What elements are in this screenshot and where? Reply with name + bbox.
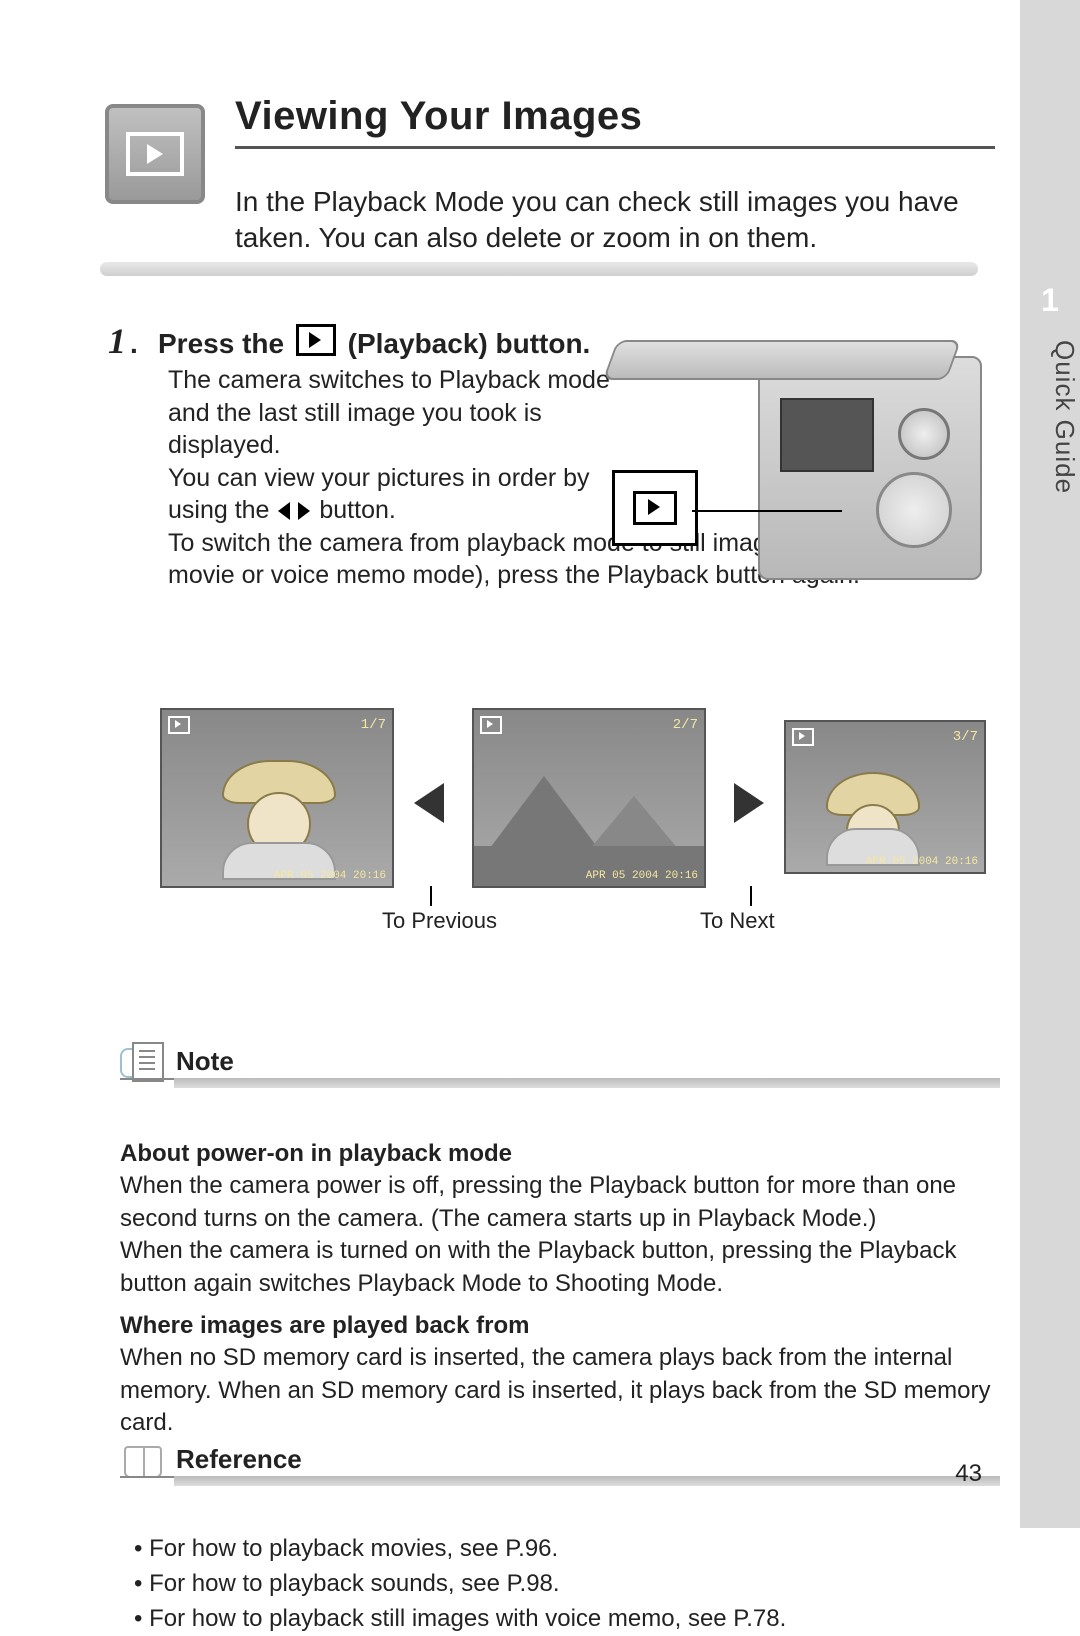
note-subheading-1: About power-on in playback mode — [120, 1138, 1000, 1170]
title-rule — [235, 146, 995, 149]
reference-title: Reference — [176, 1444, 302, 1475]
step-title-prefix: Press the — [158, 328, 292, 359]
thumb-playback-icon — [792, 728, 814, 746]
reference-icon — [120, 1442, 164, 1478]
note-p3: When no SD memory card is inserted, the … — [120, 1342, 1000, 1439]
left-right-arrow-icon — [278, 502, 310, 520]
note-p1: When the camera power is off, pressing t… — [120, 1170, 1000, 1235]
play-frame-icon — [126, 132, 184, 176]
camera-body — [758, 356, 982, 580]
side-tab: 1 Quick Guide — [1020, 0, 1080, 1528]
thumb-counter-3: 3/7 — [953, 729, 978, 745]
manual-page: 1 Quick Guide Viewing Your Images In the… — [0, 0, 1080, 1528]
playback-section-icon — [105, 104, 205, 204]
step-number: 1 — [108, 320, 126, 362]
thumb-playback-icon — [480, 716, 502, 734]
label-to-previous: To Previous — [382, 908, 497, 934]
thumb-playback-icon — [168, 716, 190, 734]
note-section: Note About power-on in playback mode Whe… — [120, 1042, 1000, 1440]
camera-control-wheel — [876, 472, 952, 548]
playback-thumbnails: 1/7 APR 05 2004 20:16 2/7 APR 05 2004 20… — [160, 708, 980, 908]
reference-item-1: • For how to playback movies, see P.96. — [134, 1532, 1000, 1567]
thumb-counter-1: 1/7 — [361, 717, 386, 733]
section-intro: In the Playback Mode you can check still… — [235, 184, 975, 257]
tick-next — [750, 886, 752, 906]
playback-button-callout — [612, 470, 698, 546]
camera-top — [603, 340, 962, 380]
thumbnail-3: 3/7 APR 05 2004 20:16 — [784, 720, 986, 874]
camera-illustration — [562, 336, 982, 596]
chapter-number: 1 — [1020, 282, 1080, 319]
play-triangle-icon — [147, 144, 163, 164]
thumb-date-2: APR 05 2004 20:16 — [586, 870, 698, 882]
thumb-date-3: APR 05 2004 20:16 — [866, 856, 978, 868]
thumbnail-2: 2/7 APR 05 2004 20:16 — [472, 708, 706, 888]
step-title-suffix: (Playback) button. — [348, 328, 591, 359]
reference-item-1-text: For how to playback movies, see P.96. — [149, 1535, 558, 1562]
reference-body: • For how to playback movies, see P.96. … — [120, 1532, 1000, 1636]
reference-item-3: • For how to playback still images with … — [134, 1602, 1000, 1636]
reference-item-3-text: For how to playback still images with vo… — [149, 1605, 786, 1632]
side-label-quick-guide: Quick Guide — [1020, 340, 1080, 494]
thumb-counter-2: 2/7 — [673, 717, 698, 733]
note-body: About power-on in playback mode When the… — [120, 1138, 1000, 1440]
thumb-date-1: APR 05 2004 20:16 — [274, 870, 386, 882]
camera-lcd — [780, 398, 874, 472]
reference-item-2-text: For how to playback sounds, see P.98. — [149, 1570, 559, 1597]
step-title: Press the (Playback) button. — [158, 324, 590, 360]
callout-leader-line — [692, 510, 842, 512]
label-to-next: To Next — [700, 908, 775, 934]
section-title: Viewing Your Images — [235, 94, 642, 139]
step-number-dot: . — [130, 328, 138, 360]
note-title: Note — [176, 1046, 234, 1077]
note-p2: When the camera is turned on with the Pl… — [120, 1235, 1000, 1300]
playback-icon — [633, 491, 677, 525]
previous-arrow-icon — [414, 783, 444, 823]
playback-button-icon — [296, 324, 336, 356]
tick-previous — [430, 886, 432, 906]
reference-item-2: • For how to playback sounds, see P.98. — [134, 1567, 1000, 1602]
step-body-p2b: button. — [319, 496, 395, 524]
page-number: 43 — [955, 1460, 982, 1488]
reference-header: Reference — [120, 1442, 1000, 1482]
note-subheading-2: Where images are played back from — [120, 1310, 1000, 1342]
thumbnail-1: 1/7 APR 05 2004 20:16 — [160, 708, 394, 888]
reference-section: Reference • For how to playback movies, … — [120, 1442, 1000, 1636]
note-header: Note — [120, 1042, 1000, 1082]
note-icon — [120, 1042, 164, 1080]
header-band — [100, 262, 978, 276]
camera-dial — [898, 408, 950, 460]
next-arrow-icon — [734, 783, 764, 823]
